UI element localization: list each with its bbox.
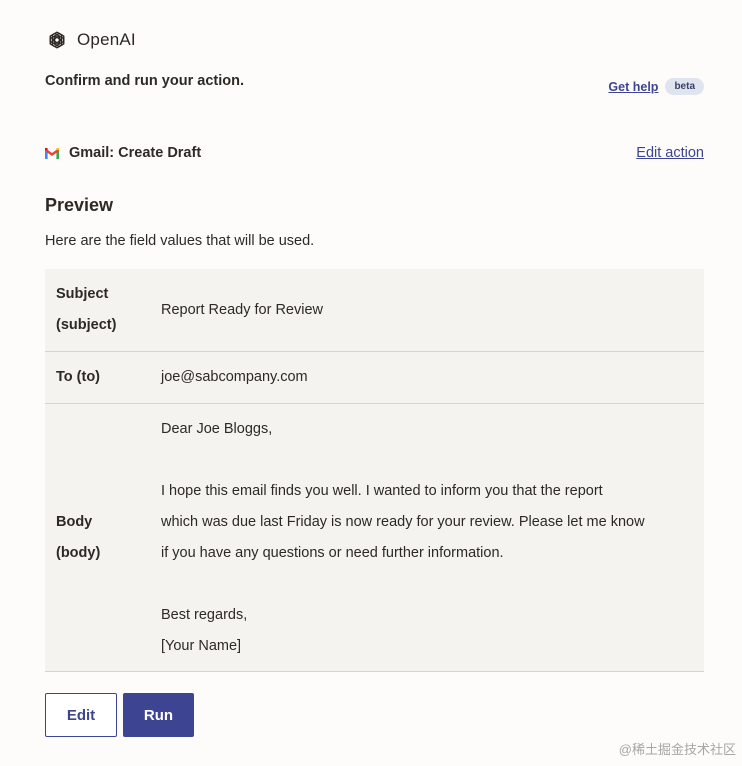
body-line-2: which was due last Friday is now ready f… [161,513,645,530]
field-label-subject: Subject (subject) [45,279,161,341]
gmail-icon [45,147,59,159]
field-label-to: To (to) [56,369,101,385]
watermark: @稀土掘金技术社区 [618,742,736,757]
field-value-to: joe@sabcompany.com [161,369,308,385]
header: OpenAI [45,28,136,52]
action-buttons: Edit Run [45,693,194,737]
table-row-body: Body (body) Dear Joe Bloggs, I hope this… [45,404,704,671]
openai-logo-icon [49,31,65,49]
body-line-3: if you have any questions or need furthe… [161,544,504,561]
preview-description: Here are the field values that will be u… [45,233,315,249]
field-label-subject-name: Subject [56,286,109,302]
field-value-body: Dear Joe Bloggs, I hope this email finds… [161,414,704,662]
field-label-body-key: (body) [56,544,101,561]
beta-badge: beta [665,78,704,95]
help-area: Get help beta [608,78,704,95]
edit-button[interactable]: Edit [45,693,117,737]
field-values-table: Subject (subject) Report Ready for Revie… [45,269,704,672]
field-label-body: Body (body) [45,507,161,569]
confirm-text: Confirm and run your action. [45,73,244,89]
action-row: Gmail: Create Draft Edit action [45,145,704,161]
table-row-to: To (to) joe@sabcompany.com [45,352,704,404]
field-label-body-name: Body [56,513,93,530]
body-greeting: Dear Joe Bloggs, [161,420,273,437]
edit-action-link[interactable]: Edit action [636,145,704,161]
brand-name: OpenAI [77,30,136,49]
body-closing: Best regards, [161,606,248,623]
body-signature: [Your Name] [161,637,242,654]
body-line-1: I hope this email finds you well. I want… [161,482,603,499]
action-info: Gmail: Create Draft [45,145,201,161]
action-title: Gmail: Create Draft [69,145,202,161]
field-value-subject: Report Ready for Review [161,301,323,318]
get-help-link[interactable]: Get help [608,80,658,94]
run-button[interactable]: Run [123,693,194,737]
table-row-subject: Subject (subject) Report Ready for Revie… [45,269,704,352]
preview-heading: Preview [45,195,114,215]
field-label-subject-key: (subject) [56,317,117,333]
